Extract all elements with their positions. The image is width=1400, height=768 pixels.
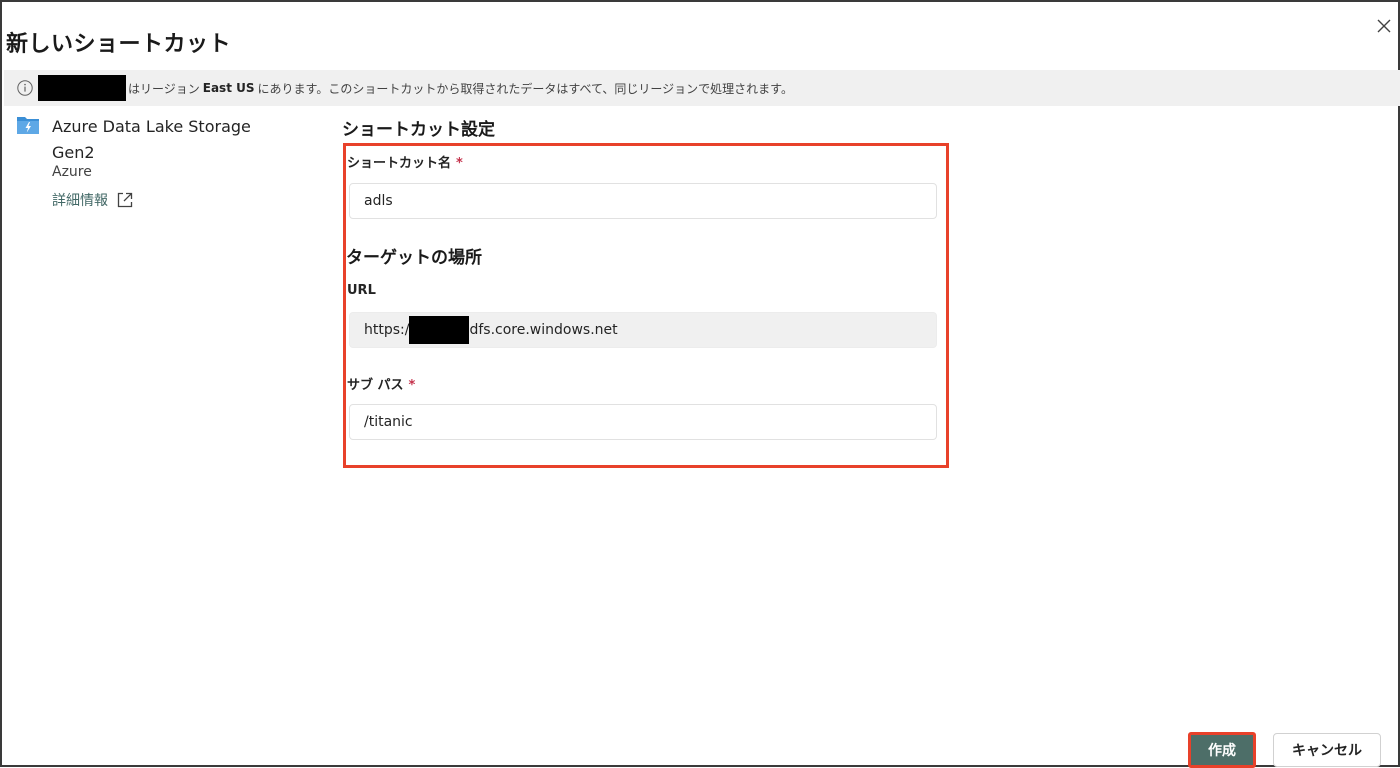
redacted-account-name xyxy=(38,75,126,101)
subpath-input[interactable] xyxy=(349,404,937,440)
region-info-bar: はリージョン East US にあります。このショートカットから取得されたデータ… xyxy=(4,70,1400,106)
shortcut-settings-heading: ショートカット設定 xyxy=(342,120,495,140)
shortcut-name-input[interactable] xyxy=(349,183,937,219)
info-icon xyxy=(16,79,34,97)
dialog-title: 新しいショートカット xyxy=(6,32,232,57)
source-name: Azure Data Lake Storage Gen2 xyxy=(52,117,251,162)
url-suffix: dfs.core.windows.net xyxy=(469,322,618,338)
close-icon xyxy=(1377,19,1391,33)
shortcut-settings-form: ショートカット名 * ターゲットの場所 URL https:/ dfs.core.… xyxy=(343,143,949,468)
subpath-label: サブ パス * xyxy=(347,374,415,393)
shortcut-name-label-text: ショートカット名 xyxy=(347,156,452,171)
learn-more-link[interactable]: 詳細情報 xyxy=(52,190,134,210)
storage-folder-icon xyxy=(17,117,39,134)
source-provider: Azure xyxy=(52,164,92,180)
info-text-before-region: はリージョン xyxy=(128,81,200,96)
cancel-button[interactable]: キャンセル xyxy=(1273,733,1381,767)
subpath-label-text: サブ パス xyxy=(347,378,404,393)
redacted-storage-account xyxy=(409,316,470,344)
url-field: https:/ dfs.core.windows.net xyxy=(349,312,937,348)
create-button[interactable]: 作成 xyxy=(1188,732,1256,768)
learn-more-label: 詳細情報 xyxy=(52,193,108,209)
required-mark: * xyxy=(408,378,416,393)
required-mark: * xyxy=(456,156,463,171)
url-prefix: https:/ xyxy=(364,322,410,338)
external-link-icon xyxy=(117,192,133,208)
close-button[interactable] xyxy=(1372,14,1396,38)
new-shortcut-dialog: 新しいショートカット はリージョン East US にあります。このショートカッ… xyxy=(0,0,1400,768)
info-region: East US xyxy=(202,81,255,95)
url-label: URL xyxy=(347,283,376,298)
shortcut-name-label: ショートカット名 * xyxy=(347,152,463,171)
info-text-after-region: にあります。このショートカットから取得されたデータはすべて、同じリージョンで処理… xyxy=(257,81,793,96)
target-location-heading: ターゲットの場所 xyxy=(346,248,482,268)
